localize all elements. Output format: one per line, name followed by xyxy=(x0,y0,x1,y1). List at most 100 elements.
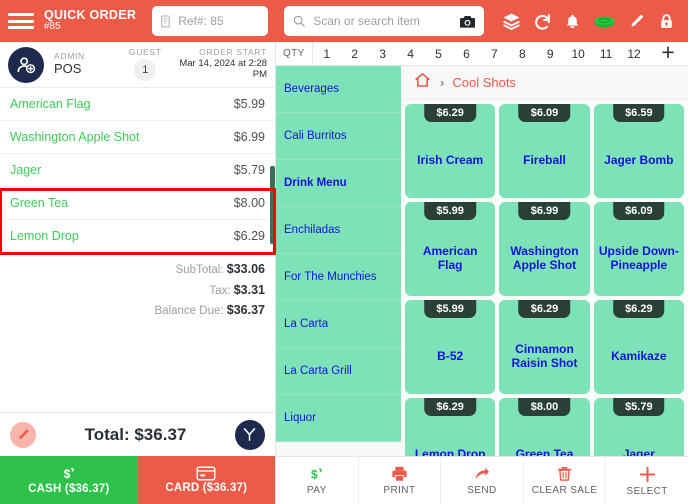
order-item-list[interactable]: American Flag $5.99 Washington Apple Sho… xyxy=(0,88,275,412)
category-item-beverages[interactable]: Beverages xyxy=(276,66,401,113)
layers-icon[interactable] xyxy=(502,12,521,31)
tax-row: Tax: $3.31 xyxy=(0,280,265,301)
qty-option-6[interactable]: 6 xyxy=(452,47,480,61)
app-body: ADMIN POS GUEST 1 ORDER START Mar 14, 20… xyxy=(0,40,688,504)
category-item-la-carta[interactable]: La Carta xyxy=(276,301,401,348)
qty-option-12[interactable]: 12 xyxy=(620,47,648,61)
category-item-drink-menu[interactable]: Drink Menu xyxy=(276,160,401,207)
order-row[interactable]: Washington Apple Shot $6.99 xyxy=(0,121,275,154)
card-button[interactable]: CARD ($36.37) xyxy=(137,456,275,504)
qty-option-4[interactable]: 4 xyxy=(397,47,425,61)
qty-option-2[interactable]: 2 xyxy=(341,47,369,61)
order-item-name: American Flag xyxy=(10,97,91,111)
guest-label: GUEST xyxy=(128,46,162,57)
cash-button-label: CASH ($36.37) xyxy=(28,482,110,495)
order-row[interactable]: Green Tea $8.00 xyxy=(0,187,275,220)
home-icon[interactable] xyxy=(413,71,432,94)
qty-option-8[interactable]: 8 xyxy=(508,47,536,61)
order-item-price: $8.00 xyxy=(233,196,265,210)
product-name: Jager xyxy=(622,446,655,456)
qty-option-11[interactable]: 11 xyxy=(592,47,620,61)
order-number: #85 xyxy=(44,21,61,33)
category-item-la-carta-grill[interactable]: La Carta Grill xyxy=(276,348,401,395)
category-item-for-the-munchies[interactable]: For The Munchies xyxy=(276,254,401,301)
category-item-cali-burritos[interactable]: Cali Burritos xyxy=(276,113,401,160)
product-tile[interactable]: $6.29 Cinnamon Raisin Shot xyxy=(499,300,590,394)
pencil-icon xyxy=(18,429,29,440)
qty-option-5[interactable]: 5 xyxy=(425,47,453,61)
order-row[interactable]: Lemon Drop $6.29 xyxy=(0,220,275,253)
cash-stack-icon[interactable] xyxy=(593,13,616,30)
product-name: Green Tea xyxy=(515,446,574,456)
qty-option-10[interactable]: 10 xyxy=(564,47,592,61)
lock-icon[interactable] xyxy=(658,12,675,31)
order-total-text: Total: $36.37 xyxy=(84,424,187,444)
search-input[interactable]: Scan or search item xyxy=(313,14,452,28)
product-tile[interactable]: $6.29 Kamikaze xyxy=(593,300,684,394)
select-button[interactable]: SELECT xyxy=(606,457,688,504)
action-toolbar: $ PAY PRINT SEND CLEAR SALE SELECT xyxy=(276,456,688,504)
product-price: $5.99 xyxy=(424,300,476,318)
order-row[interactable]: American Flag $5.99 xyxy=(0,88,275,121)
category-item-enchiladas[interactable]: Enchiladas xyxy=(276,207,401,254)
qty-option-1[interactable]: 1 xyxy=(313,47,341,61)
send-button[interactable]: SEND xyxy=(441,457,524,504)
customer-bar: ADMIN POS GUEST 1 ORDER START Mar 14, 20… xyxy=(0,42,275,88)
guest-info[interactable]: GUEST 1 xyxy=(128,46,162,82)
product-price: $6.09 xyxy=(518,104,571,122)
product-price: $6.29 xyxy=(613,300,665,318)
pay-button-label: PAY xyxy=(306,484,327,496)
print-button[interactable]: PRINT xyxy=(359,457,442,504)
search-field[interactable]: Scan or search item xyxy=(284,6,485,36)
product-tile[interactable]: $5.79 Jager xyxy=(593,398,684,456)
qty-add-icon[interactable]: + xyxy=(648,40,688,67)
quantity-bar: QTY 1 2 3 4 5 6 7 8 9 10 11 12 + xyxy=(276,40,688,67)
order-item-price: $6.99 xyxy=(233,130,265,144)
qty-option-3[interactable]: 3 xyxy=(369,47,397,61)
product-tile[interactable]: $8.00 Green Tea xyxy=(499,398,590,456)
balance-row: Balance Due: $36.37 xyxy=(0,300,265,321)
hamburger-menu-icon[interactable] xyxy=(8,11,34,31)
product-tile[interactable]: $5.99 B-52 xyxy=(405,300,496,394)
product-tile[interactable]: $6.29 Irish Cream xyxy=(405,104,496,198)
pay-button[interactable]: $ PAY xyxy=(276,457,359,504)
category-label: La Carta xyxy=(284,318,329,330)
credit-card-icon xyxy=(196,466,216,481)
qty-label: QTY xyxy=(276,42,313,65)
category-item-liquor[interactable]: Liquor xyxy=(276,395,401,442)
bell-icon[interactable] xyxy=(564,12,581,31)
product-price: $5.99 xyxy=(424,202,476,220)
avatar[interactable] xyxy=(8,46,44,83)
split-check-button[interactable] xyxy=(234,419,265,450)
order-list-scrollbar[interactable] xyxy=(270,166,275,244)
order-item-price: $6.29 xyxy=(233,229,265,243)
header-icon-group xyxy=(502,12,679,31)
camera-icon[interactable] xyxy=(459,14,476,29)
product-tile[interactable]: $6.29 Lemon Drop xyxy=(405,398,496,456)
breadcrumb-separator: › xyxy=(440,75,445,90)
qty-option-9[interactable]: 9 xyxy=(536,47,564,61)
product-name: American Flag xyxy=(422,243,478,272)
product-tile[interactable]: $5.99 American Flag xyxy=(405,202,496,296)
trash-icon xyxy=(557,467,572,481)
undo-icon[interactable] xyxy=(533,12,552,31)
clear-sale-button[interactable]: CLEAR SALE xyxy=(524,457,607,504)
product-tile[interactable]: $6.09 Upside Down-Pineapple xyxy=(593,202,684,296)
cash-button[interactable]: $ CASH ($36.37) xyxy=(0,456,138,504)
product-tile[interactable]: $6.09 Fireball xyxy=(499,104,590,198)
clear-sale-button-label: CLEAR SALE xyxy=(531,485,598,496)
product-name: Kamikaze xyxy=(611,348,667,363)
product-tile[interactable]: $6.59 Jager Bomb xyxy=(593,104,684,198)
menu-panel: QTY 1 2 3 4 5 6 7 8 9 10 11 12 + Beverag… xyxy=(276,40,688,504)
category-list: Beverages Cali Burritos Drink Menu Enchi… xyxy=(276,66,401,456)
pencil-icon[interactable] xyxy=(628,12,646,30)
product-price: $8.00 xyxy=(518,398,571,416)
product-price: $6.29 xyxy=(424,104,476,122)
card-button-label: CARD ($36.37) xyxy=(165,482,248,494)
ref-field[interactable]: Ref#: 85 xyxy=(152,6,269,36)
order-row[interactable]: Jager $5.79 xyxy=(0,154,275,187)
plus-icon xyxy=(639,466,655,482)
edit-order-button[interactable] xyxy=(10,421,36,448)
product-tile[interactable]: $6.99 Washington Apple Shot xyxy=(499,202,590,296)
qty-option-7[interactable]: 7 xyxy=(480,47,508,61)
